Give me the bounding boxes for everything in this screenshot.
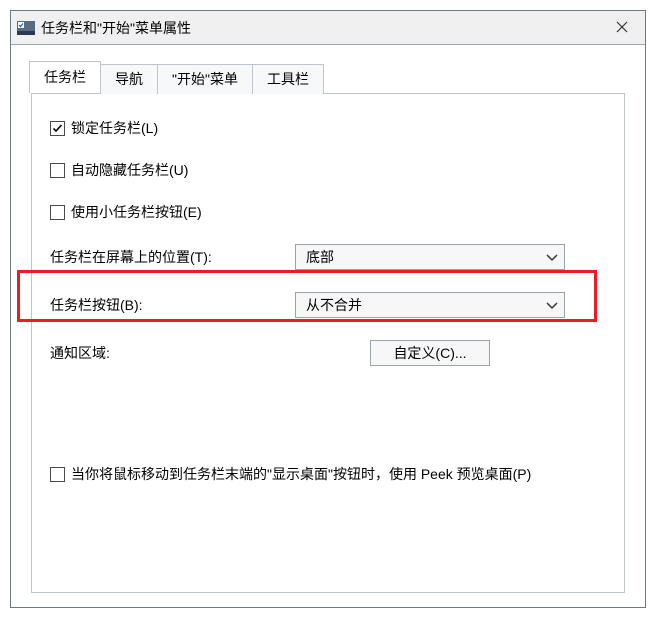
- titlebar: 任务栏和"开始"菜单属性: [11, 11, 645, 45]
- taskbar-buttons-row: 任务栏按钮(B): 从不合并: [50, 292, 606, 318]
- peek-preview-row: 当你将鼠标移动到任务栏末端的"显示桌面"按钮时，使用 Peek 预览桌面(P): [50, 464, 606, 484]
- lock-taskbar-row: 锁定任务栏(L): [50, 118, 606, 138]
- taskbar-properties-dialog: 任务栏和"开始"菜单属性 任务栏 导航 "开始"菜单 工具栏: [10, 10, 646, 608]
- close-button[interactable]: [599, 11, 645, 45]
- notification-area-label: 通知区域:: [50, 343, 285, 363]
- tab-start-menu[interactable]: "开始"菜单: [157, 64, 253, 94]
- use-small-buttons-checkbox[interactable]: [50, 205, 65, 220]
- lock-taskbar-checkbox[interactable]: [50, 121, 65, 136]
- taskbar-position-selected-value: 底部: [306, 247, 334, 267]
- use-small-buttons-row: 使用小任务栏按钮(E): [50, 202, 606, 222]
- lock-taskbar-label: 锁定任务栏(L): [71, 118, 158, 138]
- chevron-down-icon: [546, 297, 558, 313]
- taskbar-buttons-select[interactable]: 从不合并: [295, 292, 565, 318]
- peek-preview-label: 当你将鼠标移动到任务栏末端的"显示桌面"按钮时，使用 Peek 预览桌面(P): [71, 464, 531, 484]
- window-title: 任务栏和"开始"菜单属性: [41, 18, 599, 38]
- taskbar-position-row: 任务栏在屏幕上的位置(T): 底部: [50, 244, 606, 270]
- peek-preview-checkbox[interactable]: [50, 467, 65, 482]
- auto-hide-taskbar-label: 自动隐藏任务栏(U): [71, 160, 188, 180]
- taskbar-properties-icon: [17, 20, 35, 36]
- auto-hide-taskbar-checkbox[interactable]: [50, 163, 65, 178]
- close-icon: [616, 20, 628, 36]
- tabpanel-taskbar: 锁定任务栏(L) 自动隐藏任务栏(U) 使用小任务栏按钮(E): [31, 93, 625, 593]
- chevron-down-icon: [546, 249, 558, 265]
- notification-area-row: 通知区域: 自定义(C)...: [50, 340, 606, 366]
- taskbar-buttons-selected-value: 从不合并: [306, 295, 362, 315]
- taskbar-position-select[interactable]: 底部: [295, 244, 565, 270]
- taskbar-buttons-label: 任务栏按钮(B):: [50, 295, 285, 315]
- tab-navigation[interactable]: 导航: [100, 64, 158, 94]
- customize-button[interactable]: 自定义(C)...: [370, 340, 490, 366]
- tab-taskbar[interactable]: 任务栏: [29, 61, 101, 93]
- client-area: 任务栏 导航 "开始"菜单 工具栏 锁定任务栏(L): [11, 45, 645, 613]
- auto-hide-taskbar-row: 自动隐藏任务栏(U): [50, 160, 606, 180]
- tab-toolbars[interactable]: 工具栏: [252, 64, 324, 94]
- use-small-buttons-label: 使用小任务栏按钮(E): [71, 202, 202, 222]
- taskbar-position-label: 任务栏在屏幕上的位置(T):: [50, 247, 285, 267]
- tabstrip: 任务栏 导航 "开始"菜单 工具栏: [29, 65, 625, 93]
